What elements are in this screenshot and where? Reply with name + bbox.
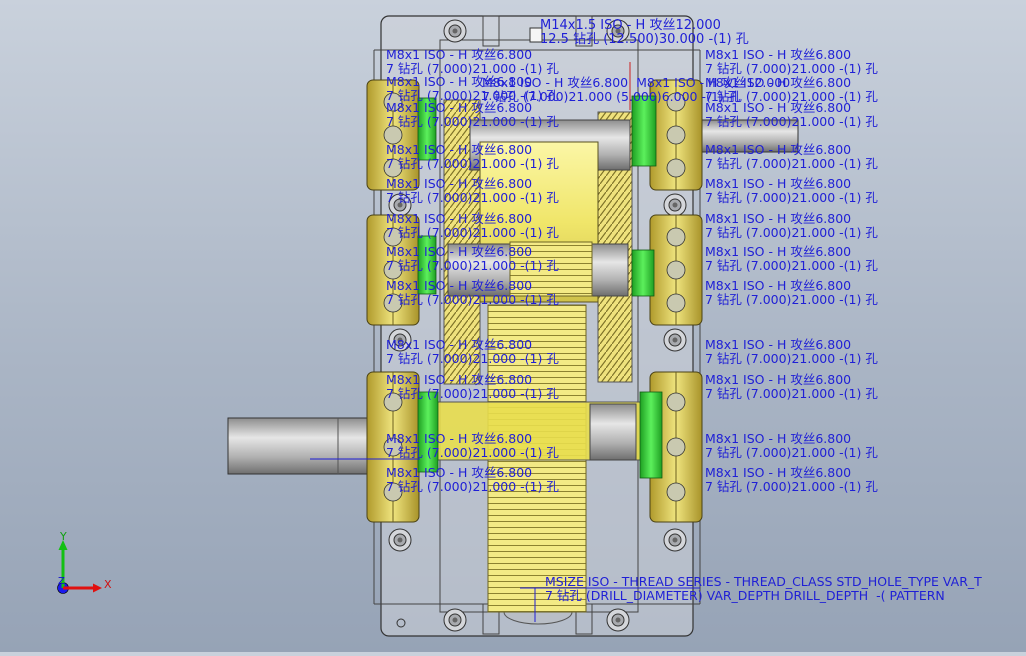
center-overlap-note-2[interactable]: 7 钻孔 (7.000)21.000 (5.000)6.000 -(1) 孔 bbox=[482, 90, 740, 103]
right-thread-note[interactable]: M8x1 ISO - H 攻丝6.800 bbox=[705, 48, 851, 61]
right-drill-note[interactable]: 7 钻孔 (7.000)21.000 -(1) 孔 bbox=[705, 226, 878, 239]
right-drill-note[interactable]: 7 钻孔 (7.000)21.000 -(1) 孔 bbox=[705, 387, 878, 400]
right-drill-note[interactable]: 7 钻孔 (7.000)21.000 -(1) 孔 bbox=[705, 62, 878, 75]
top-thread-note-line1[interactable]: M14x1.5 ISO - H 攻丝12.000 bbox=[540, 19, 721, 32]
right-thread-note[interactable]: M8x1 ISO - H 攻丝6.800 bbox=[705, 212, 851, 225]
axis-triad: Y X Z bbox=[57, 532, 112, 594]
left-thread-note[interactable]: M8x1 ISO - H 攻丝6.800 bbox=[386, 212, 532, 225]
left-thread-note[interactable]: M8x1 ISO - H 攻丝6.800 bbox=[386, 466, 532, 479]
right-drill-note[interactable]: 7 钻孔 (7.000)21.000 -(1) 孔 bbox=[705, 446, 878, 459]
model-viewport[interactable]: M14x1.5 ISO - H 攻丝12.000 12.5 钻孔 (12.500… bbox=[0, 0, 1026, 652]
left-thread-note[interactable]: M8x1 ISO - H 攻丝6.800 bbox=[386, 48, 532, 61]
bolt-head bbox=[388, 528, 412, 552]
right-drill-note[interactable]: 7 钻孔 (7.000)21.000 -(1) 孔 bbox=[705, 157, 878, 170]
left-drill-note[interactable]: 7 钻孔 (7.000)21.000 -(1) 孔 bbox=[386, 480, 559, 493]
left-drill-note[interactable]: 7 钻孔 (7.000)21.000 -(1) 孔 bbox=[386, 352, 559, 365]
left-thread-note[interactable]: M8x1 ISO - H 攻丝6.800 bbox=[386, 143, 532, 156]
right-drill-note[interactable]: 7 钻孔 (7.000)21.000 -(1) 孔 bbox=[705, 293, 878, 306]
bottom-template-note-2[interactable]: 7 钻孔 (DRILL_DIAMETER) VAR_DEPTH DRILL_DE… bbox=[545, 589, 945, 602]
bottom-template-note-1[interactable]: MSIZE ISO - THREAD SERIES - THREAD_CLASS… bbox=[545, 575, 982, 588]
right-drill-note[interactable]: 7 钻孔 (7.000)21.000 -(1) 孔 bbox=[705, 115, 878, 128]
bearing-cover-flange bbox=[649, 214, 703, 326]
left-thread-note[interactable]: M8x1 ISO - H 攻丝6.800 bbox=[386, 373, 532, 386]
left-drill-note[interactable]: 7 钻孔 (7.000)21.000 -(1) 孔 bbox=[386, 387, 559, 400]
left-drill-note[interactable]: 7 钻孔 (7.000)21.000 -(1) 孔 bbox=[386, 115, 559, 128]
right-thread-note[interactable]: M8x1 ISO - H 攻丝6.800 bbox=[705, 373, 851, 386]
bearing bbox=[639, 391, 663, 479]
left-drill-note[interactable]: 7 钻孔 (7.000)21.000 -(1) 孔 bbox=[386, 157, 559, 170]
right-drill-note[interactable]: 7 钻孔 (7.000)21.000 -(1) 孔 bbox=[705, 259, 878, 272]
axis-y-label: Y bbox=[59, 532, 67, 543]
right-thread-note[interactable]: M8x1 ISO - H 攻丝6.800 bbox=[705, 143, 851, 156]
right-thread-note[interactable]: M8x1 ISO - H 攻丝6.800 bbox=[705, 177, 851, 190]
left-drill-note[interactable]: 7 钻孔 (7.000)21.000 -(1) 孔 bbox=[386, 226, 559, 239]
left-thread-note[interactable]: M8x1 ISO - H 攻丝6.800 bbox=[386, 338, 532, 351]
input-shaft bbox=[227, 417, 379, 475]
right-drill-note[interactable]: 7 钻孔 (7.000)21.000 -(1) 孔 bbox=[705, 352, 878, 365]
bolt-head bbox=[663, 193, 687, 217]
right-thread-note[interactable]: M8x1 ISO - H 攻丝6.800 bbox=[705, 245, 851, 258]
right-thread-note[interactable]: M8x1 ISO - H 攻丝6.800 bbox=[705, 279, 851, 292]
right-drill-note[interactable]: 7 钻孔 (7.000)21.000 -(1) 孔 bbox=[705, 191, 878, 204]
left-drill-note[interactable]: 7 钻孔 (7.000)21.000 -(1) 孔 bbox=[386, 259, 559, 272]
right-drill-note[interactable]: 7 钻孔 (7.000)21.000 -(1) 孔 bbox=[705, 480, 878, 493]
bolt-head bbox=[606, 608, 630, 632]
right-thread-note[interactable]: M8x1 ISO - H 攻丝6.800 bbox=[705, 466, 851, 479]
bolt-head bbox=[443, 19, 467, 43]
right-thread-note[interactable]: M8x1 ISO - H 攻丝6.800 bbox=[705, 338, 851, 351]
bearing bbox=[631, 95, 657, 167]
axis-z-label: Z bbox=[58, 576, 65, 587]
left-thread-note[interactable]: M8x1 ISO - H 攻丝6.800 bbox=[386, 432, 532, 445]
left-thread-note[interactable]: M8x1 ISO - H 攻丝6.800 bbox=[386, 245, 532, 258]
right-thread-note[interactable]: M8x1 ISO - H 攻丝6.800 bbox=[705, 432, 851, 445]
axis-x-label: X bbox=[104, 578, 112, 591]
top-thread-note-line2[interactable]: 12.5 钻孔 (12.500)30.000 -(1) 孔 bbox=[540, 33, 749, 46]
bolt-head bbox=[443, 608, 467, 632]
left-drill-note[interactable]: 7 钻孔 (7.000)21.000 -(1) 孔 bbox=[386, 446, 559, 459]
bearing bbox=[631, 249, 655, 297]
left-thread-note[interactable]: M8x1 ISO - H 攻丝6.800 bbox=[386, 279, 532, 292]
left-drill-note[interactable]: 7 钻孔 (7.000)21.000 -(1) 孔 bbox=[386, 191, 559, 204]
left-thread-note[interactable]: M8x1 ISO - H 攻丝6.800 bbox=[386, 177, 532, 190]
bolt-head bbox=[663, 528, 687, 552]
bolt-head bbox=[663, 328, 687, 352]
left-drill-note[interactable]: 7 钻孔 (7.000)21.000 -(1) 孔 bbox=[386, 293, 559, 306]
center-overlap-note-1[interactable]: M8x1 ISO - H 攻丝6.800 M8x1 ISO - H 攻丝12.0… bbox=[482, 76, 790, 89]
